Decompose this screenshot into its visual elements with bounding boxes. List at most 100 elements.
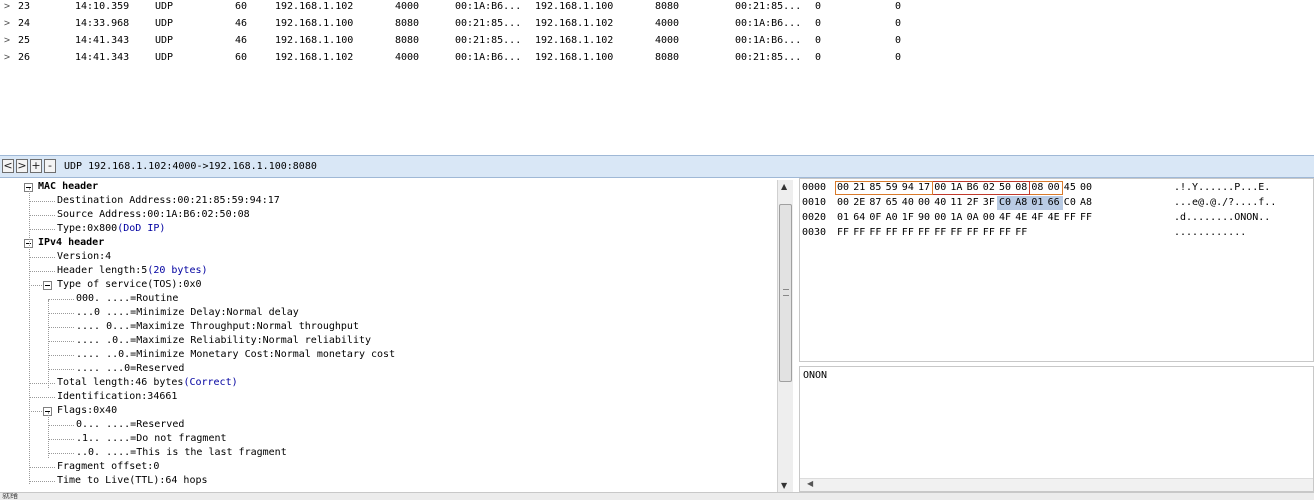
tree-field[interactable]: .1.. ....=Do not fragment (76, 433, 227, 447)
hex-byte[interactable]: C0 (999, 197, 1011, 208)
hex-byte[interactable]: 17 (918, 182, 930, 193)
hex-byte[interactable]: FF (967, 227, 979, 238)
tree-field[interactable]: 0... ....=Reserved (76, 419, 184, 433)
scroll-left-arrow-icon[interactable]: ◀ (807, 479, 813, 488)
scrollbar-thumb[interactable] (779, 204, 792, 382)
tree-field[interactable]: Type:0x800(DoD IP) (57, 223, 165, 237)
tree-field[interactable]: Total length:46 bytes(Correct) (57, 377, 238, 391)
tree-section-header[interactable]: IPv4 header (38, 237, 104, 251)
hex-row[interactable]: 0000 00 21 85 59 94 17 00 1A B6 02 50 08 08 00 45 00 .!.Y… (802, 182, 1312, 197)
hex-dump-pane[interactable]: 0000 00 21 85 59 94 17 00 1A B6 02 50 08 08 00 45 00 .!.Y… (799, 178, 1314, 362)
tree-scrollbar[interactable]: ▲ ▼ (777, 180, 793, 492)
scroll-up-arrow-icon[interactable]: ▲ (781, 182, 787, 191)
tree-field[interactable]: .... ..0.=Minimize Monetary Cost:Normal … (76, 349, 395, 363)
hex-byte[interactable]: FF (1064, 212, 1076, 223)
tree-field[interactable]: .... ...0=Reserved (76, 363, 184, 377)
scroll-down-arrow-icon[interactable]: ▼ (781, 481, 787, 490)
hex-byte[interactable]: FF (934, 227, 946, 238)
hex-byte[interactable]: 2E (853, 197, 865, 208)
tree-field[interactable]: Fragment offset:0 (57, 461, 159, 475)
hex-byte[interactable]: 94 (902, 182, 914, 193)
hex-byte[interactable]: 01 (837, 212, 849, 223)
horizontal-scrollbar[interactable]: ◀ (800, 478, 1313, 491)
packet-list[interactable]: >23 14:10.359 UDP 60 192.168.1.102 4000 00:1A:… (0, 0, 1314, 150)
tree-field[interactable]: Identification:34661 (57, 391, 177, 405)
collapse-toggle-icon[interactable] (43, 281, 52, 290)
hex-byte[interactable]: A8 (1015, 197, 1027, 208)
hex-byte[interactable]: 00 (1048, 182, 1060, 193)
payload-text-pane[interactable]: ONON ◀ (799, 366, 1314, 492)
hex-byte[interactable]: A8 (1080, 197, 1092, 208)
back-button[interactable]: < (2, 159, 14, 173)
hex-byte[interactable]: 3F (983, 197, 995, 208)
collapse-all-button[interactable]: - (44, 159, 56, 173)
hex-byte[interactable]: 4E (1015, 212, 1027, 223)
hex-byte[interactable]: FF (1080, 212, 1092, 223)
tree-field[interactable]: Source Address:00:1A:B6:02:50:08 (57, 209, 250, 223)
tree-field[interactable]: Version:4 (57, 251, 111, 265)
tree-field[interactable]: 000. ....=Routine (76, 293, 178, 307)
packet-row[interactable]: >23 14:10.359 UDP 60 192.168.1.102 4000 00:1A:… (0, 0, 1314, 17)
hex-byte[interactable]: 1F (902, 212, 914, 223)
expander-icon[interactable]: > (4, 52, 10, 63)
hex-byte[interactable]: FF (886, 227, 898, 238)
protocol-tree[interactable]: MAC header Destination Address:00:21:85:5… (0, 178, 794, 492)
hex-byte[interactable]: FF (950, 227, 962, 238)
expand-all-button[interactable]: + (30, 159, 42, 173)
hex-byte[interactable]: 0F (869, 212, 881, 223)
hex-byte[interactable]: C0 (1064, 197, 1076, 208)
hex-row[interactable]: 0020 01 64 0F A0 1F 90 00 1A 0A 00 4F 4E 4F 4E FF FF .d..… (802, 212, 1312, 227)
hex-byte[interactable]: FF (1015, 227, 1027, 238)
hex-byte[interactable]: 45 (1064, 182, 1076, 193)
packet-row[interactable]: >24 14:33.968 UDP 46 192.168.1.100 8080 00:21:… (0, 17, 1314, 34)
hex-byte[interactable]: 00 (837, 197, 849, 208)
hex-byte[interactable]: FF (918, 227, 930, 238)
hex-byte[interactable]: 00 (918, 197, 930, 208)
hex-byte[interactable]: 00 (1080, 182, 1092, 193)
hex-byte[interactable]: 0A (967, 212, 979, 223)
hex-byte[interactable]: 4F (999, 212, 1011, 223)
tree-field[interactable]: .... 0...=Maximize Throughput:Normal thr… (76, 321, 359, 335)
tree-field[interactable]: Flags:0x40 (57, 405, 117, 419)
hex-byte[interactable]: 66 (1048, 197, 1060, 208)
hex-byte[interactable]: 2F (967, 197, 979, 208)
hex-byte[interactable]: A0 (886, 212, 898, 223)
hex-byte[interactable]: B6 (967, 182, 979, 193)
tree-field[interactable]: ...0 ....=Minimize Delay:Normal delay (76, 307, 299, 321)
hex-byte[interactable]: 40 (934, 197, 946, 208)
hex-byte[interactable]: FF (999, 227, 1011, 238)
hex-byte[interactable]: 00 (983, 212, 995, 223)
hex-byte[interactable]: FF (853, 227, 865, 238)
tree-field[interactable]: Type of service(TOS):0x0 (57, 279, 202, 293)
hex-byte[interactable]: 4E (1048, 212, 1060, 223)
packet-row[interactable]: >26 14:41.343 UDP 60 192.168.1.102 4000 00:1A:… (0, 51, 1314, 68)
hex-byte[interactable]: 87 (869, 197, 881, 208)
forward-button[interactable]: > (16, 159, 28, 173)
tree-field[interactable]: Time to Live(TTL):64 hops (57, 475, 208, 489)
hex-byte[interactable]: FF (983, 227, 995, 238)
hex-byte[interactable]: 00 (934, 182, 946, 193)
hex-byte[interactable]: FF (902, 227, 914, 238)
hex-row[interactable]: 0030 FF FF FF FF FF FF FF FF FF FF FF FF............ (802, 227, 1312, 242)
hex-byte[interactable]: 00 (934, 212, 946, 223)
tree-field[interactable]: Destination Address:00:21:85:59:94:17 (57, 195, 280, 209)
packet-row[interactable]: >25 14:41.343 UDP 46 192.168.1.100 8080 00:21:… (0, 34, 1314, 51)
hex-byte[interactable]: 08 (1031, 182, 1043, 193)
tree-field[interactable]: .... .0..=Maximize Reliability:Normal re… (76, 335, 371, 349)
hex-byte[interactable]: FF (837, 227, 849, 238)
hex-byte[interactable]: 65 (886, 197, 898, 208)
tree-section-header[interactable]: MAC header (38, 181, 98, 195)
expander-icon[interactable]: > (4, 1, 10, 12)
hex-byte[interactable]: 1A (950, 212, 962, 223)
expander-icon[interactable]: > (4, 35, 10, 46)
tree-field[interactable]: Header length:5(20 bytes) (57, 265, 208, 279)
hex-byte[interactable]: 4F (1031, 212, 1043, 223)
hex-byte[interactable]: 85 (869, 182, 881, 193)
expander-icon[interactable]: > (4, 18, 10, 29)
hex-row[interactable]: 0010 00 2E 87 65 40 00 40 11 2F 3F C0 A8 01 66 C0 A8 ...e… (802, 197, 1312, 212)
hex-byte[interactable]: 21 (853, 182, 865, 193)
hex-byte[interactable]: 11 (950, 197, 962, 208)
hex-byte[interactable]: 50 (999, 182, 1011, 193)
hex-byte[interactable]: FF (869, 227, 881, 238)
hex-byte[interactable]: 00 (837, 182, 849, 193)
